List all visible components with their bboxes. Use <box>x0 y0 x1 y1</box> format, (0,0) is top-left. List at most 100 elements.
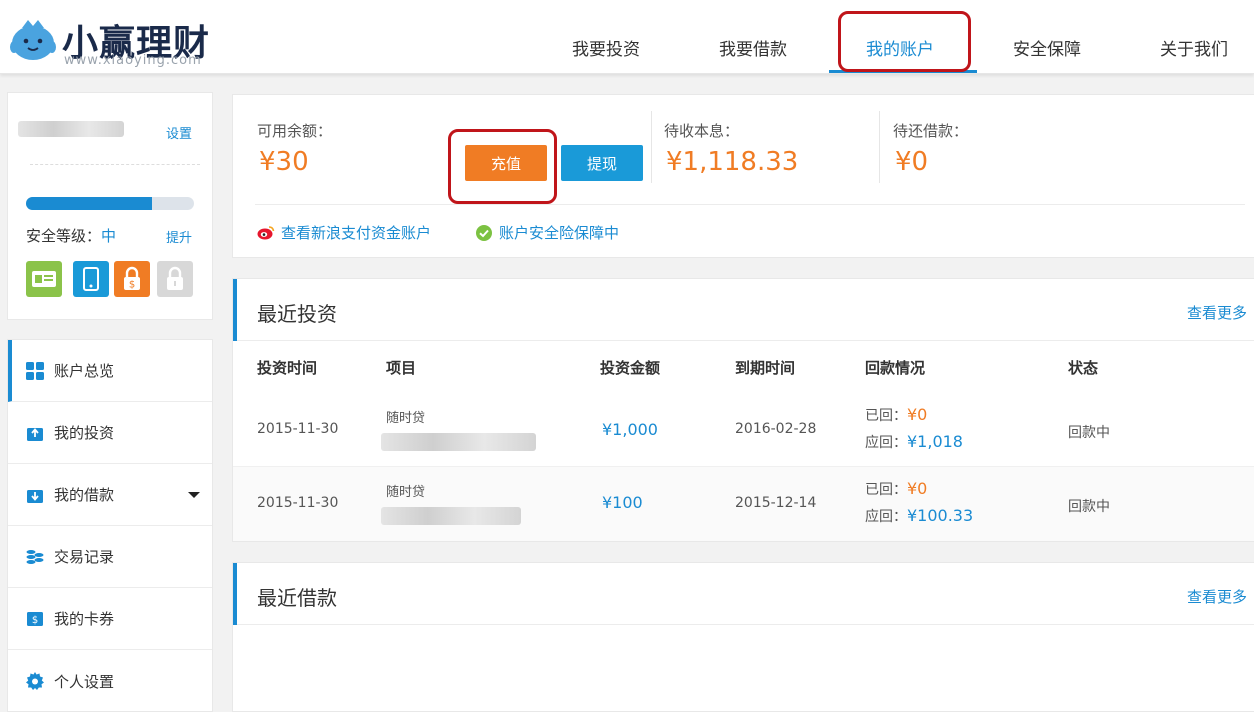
panel-title: 最近投资 <box>257 302 337 326</box>
returned-label: 已回： <box>865 482 907 498</box>
invest-time: 2015-11-30 <box>257 421 339 437</box>
brand-logo[interactable]: 小赢理财 www.xiaoying.com <box>8 8 223 68</box>
records-icon <box>26 548 44 566</box>
expected-amount: 应回：¥100.33 <box>865 506 973 526</box>
redacted-username <box>18 121 124 137</box>
due-date: 2016-02-28 <box>735 421 817 437</box>
security-level-value: 中 <box>101 227 117 245</box>
expected-label: 应回： <box>865 509 907 525</box>
nav-about[interactable]: 关于我们 <box>1160 35 1228 60</box>
divider <box>30 164 200 165</box>
status-text: 回款中 <box>1068 425 1110 441</box>
brand-url: www.xiaoying.com <box>64 53 202 68</box>
divider <box>651 111 652 183</box>
project-name[interactable]: 随时贷 <box>386 481 425 500</box>
returned-value: ¥0 <box>907 479 928 498</box>
security-level-label: 安全等级： <box>26 227 102 245</box>
panel-accent-bar <box>233 279 237 341</box>
panel-accent-bar <box>233 563 237 625</box>
sidebar-item-my-loans[interactable]: 我的借款 <box>8 464 212 526</box>
column-header: 到期时间 <box>735 359 796 377</box>
returned-value: ¥0 <box>907 405 928 424</box>
available-balance-value: ¥30 <box>259 147 309 177</box>
returned-label: 已回： <box>865 408 907 424</box>
insurance-status-link[interactable]: 账户安全险保障中 <box>476 222 619 243</box>
security-progress-fill <box>26 197 152 210</box>
column-header: 项目 <box>386 359 417 377</box>
sidebar-item-label: 交易记录 <box>54 548 115 566</box>
withdraw-button[interactable]: 提现 <box>561 145 643 181</box>
table-row[interactable]: 2015-11-30 随时贷 ¥100 2015-12-14 已回：¥0 应回：… <box>233 467 1254 541</box>
sidebar-item-label: 个人设置 <box>54 672 115 691</box>
grid-icon <box>26 361 44 380</box>
column-header: 投资时间 <box>257 359 318 377</box>
status-text: 回款中 <box>1068 499 1110 515</box>
account-summary-card: 可用余额： ¥30 充值 提现 待收本息： ¥1,118.33 待还借款： ¥0… <box>232 94 1254 258</box>
project-name[interactable]: 随时贷 <box>386 407 425 426</box>
sidebar-item-label: 我的借款 <box>54 486 115 504</box>
receivable-value: ¥1,118.33 <box>666 147 799 177</box>
expected-value: ¥100.33 <box>907 506 974 525</box>
invest-icon <box>26 424 44 442</box>
insurance-link-text: 账户安全险保障中 <box>499 224 620 242</box>
weibo-icon <box>257 226 275 240</box>
sidebar-item-account-overview[interactable]: 账户总览 <box>8 340 212 402</box>
panel-header: 最近投资 查看更多 <box>233 279 1254 341</box>
panel-title: 最近借款 <box>257 586 337 610</box>
annotation-highlight-recharge <box>448 129 557 204</box>
sidebar-item-label: 我的投资 <box>54 424 115 442</box>
pending-repay-value: ¥0 <box>895 147 929 177</box>
divider <box>255 204 1245 205</box>
column-header: 状态 <box>1068 359 1099 377</box>
top-header: 小赢理财 www.xiaoying.com 我要投资 我要借款 我的账户 安全保… <box>0 0 1254 74</box>
sidebar-item-personal-settings[interactable]: 个人设置 <box>8 650 212 712</box>
annotation-highlight-nav <box>838 11 971 72</box>
nav-security[interactable]: 安全保障 <box>1013 35 1081 60</box>
sidebar-item-my-coupons[interactable]: $ 我的卡券 <box>8 588 212 650</box>
sina-payment-account-link[interactable]: 查看新浪支付资金账户 <box>257 222 431 243</box>
sidebar-item-my-investments[interactable]: 我的投资 <box>8 402 212 464</box>
receivable-label: 待收本息： <box>664 122 740 140</box>
nav-borrow[interactable]: 我要借款 <box>719 35 787 60</box>
view-more-loans-link[interactable]: 查看更多 <box>1187 586 1247 607</box>
chevron-down-icon[interactable] <box>188 492 200 498</box>
invest-amount: ¥100 <box>602 493 643 512</box>
sidebar-item-label: 我的卡券 <box>54 610 115 628</box>
expected-label: 应回： <box>865 435 907 451</box>
svg-text:$: $ <box>32 615 38 626</box>
table-row[interactable]: 2015-11-30 随时贷 ¥1,000 2016-02-28 已回：¥0 应… <box>233 393 1254 467</box>
available-balance-label: 可用余额： <box>257 122 333 140</box>
recent-investments-panel: 最近投资 查看更多 投资时间 项目 投资金额 到期时间 回款情况 状态 2015… <box>232 278 1254 542</box>
lock-icon[interactable] <box>157 261 193 297</box>
view-more-investments-link[interactable]: 查看更多 <box>1187 302 1247 323</box>
user-card: 设置 安全等级：中 提升 $ <box>7 92 213 320</box>
phone-icon[interactable] <box>73 261 109 297</box>
column-header: 投资金额 <box>600 359 661 377</box>
divider <box>879 111 880 183</box>
column-header: 回款情况 <box>865 359 926 377</box>
mascot-logo-icon <box>10 20 56 60</box>
payment-lock-icon[interactable]: $ <box>114 261 150 297</box>
expected-amount: 应回：¥1,018 <box>865 432 963 452</box>
upgrade-security-link[interactable]: 提升 <box>166 227 192 246</box>
sina-link-text: 查看新浪支付资金账户 <box>281 224 432 242</box>
coupon-icon: $ <box>26 610 44 628</box>
id-card-icon[interactable] <box>26 261 62 297</box>
gear-icon <box>26 672 44 690</box>
due-date: 2015-12-14 <box>735 495 817 511</box>
nav-invest[interactable]: 我要投资 <box>572 35 640 60</box>
redacted-project-id <box>381 433 536 451</box>
recent-loans-panel: 最近借款 查看更多 <box>232 562 1254 712</box>
svg-text:$: $ <box>129 280 135 291</box>
redacted-project-id <box>381 507 521 525</box>
invest-amount: ¥1,000 <box>602 420 658 439</box>
pending-repay-label: 待还借款： <box>893 122 969 140</box>
sidebar-item-transaction-records[interactable]: 交易记录 <box>8 526 212 588</box>
panel-header: 最近借款 查看更多 <box>233 563 1254 625</box>
settings-link[interactable]: 设置 <box>166 123 192 142</box>
expected-value: ¥1,018 <box>907 432 963 451</box>
invest-time: 2015-11-30 <box>257 495 339 511</box>
security-progress-bar <box>26 197 194 210</box>
sidebar-menu: 账户总览 我的投资 我的借款 交易记录 $ 我的卡券 个人设置 <box>7 339 213 712</box>
check-circle-icon <box>476 224 492 241</box>
